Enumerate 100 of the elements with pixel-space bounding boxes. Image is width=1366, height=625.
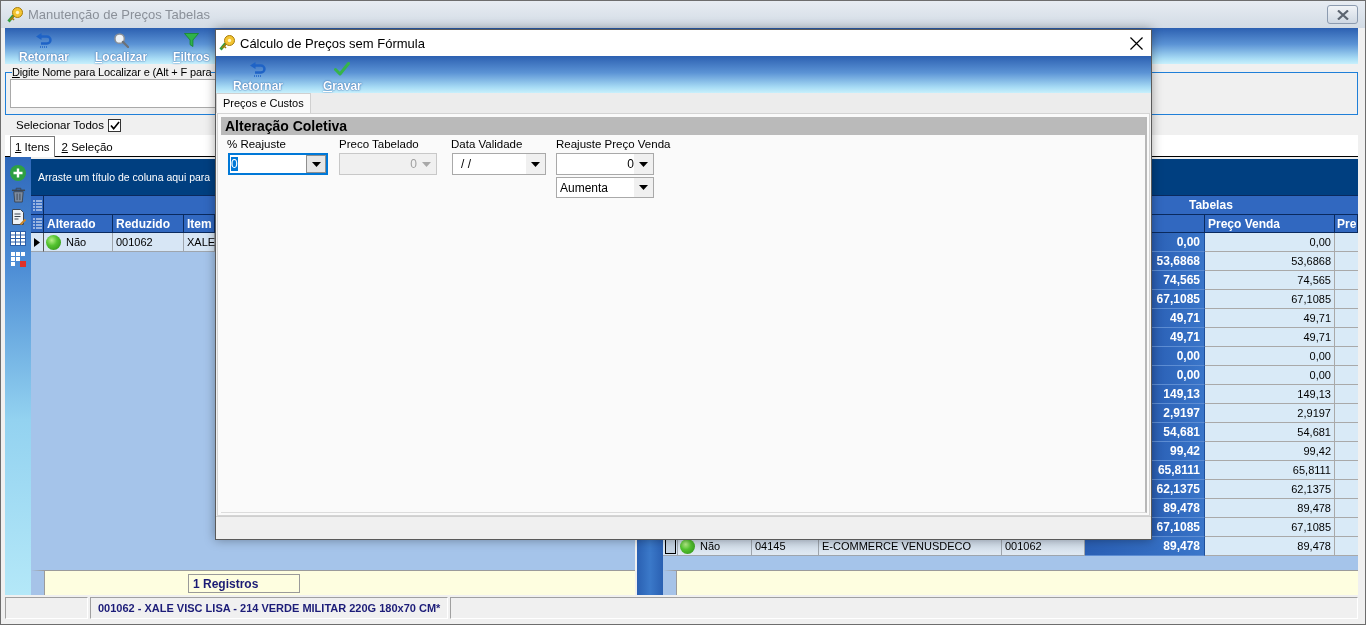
cell-text: Não [66,236,87,248]
table-cell: 0,00 [1205,233,1335,252]
window-title: Manutenção de Preços Tabelas [28,7,211,22]
caret-icon [311,161,321,167]
search-label: Digite Nome para Localizar e (Alt + F para [12,66,212,78]
table-cell [1335,385,1358,404]
table-cell: 2,9197 [1151,404,1205,423]
table-cell [1335,309,1358,328]
table-cell [1335,518,1358,537]
table-cell [1335,290,1358,309]
table-cell: 67,1085 [1205,518,1335,537]
table-cell: 74,565 [1205,271,1335,290]
section-header: Alteração Coletiva [221,117,1145,135]
caret-icon [422,161,431,167]
funnel-icon [183,33,199,47]
caret-icon [639,185,648,190]
document-icon[interactable] [10,209,26,225]
table-cell: 89,478 [1205,537,1335,556]
table-cell: 001062 [113,233,184,252]
table-cell: 0,00 [1151,233,1205,252]
table-cell: 0,00 [1151,347,1205,366]
table-cell: 149,13 [1205,385,1335,404]
close-button[interactable] [1130,36,1143,50]
table-cell [1335,499,1358,518]
grid-icon[interactable] [10,252,26,267]
field-label: Preco Tabelado [339,137,419,151]
table-cell: 74,565 [1151,271,1205,290]
table-cell: 89,478 [1151,499,1205,518]
date-field[interactable]: / / [452,153,546,175]
tab[interactable]: 2 Seleção [56,137,118,156]
field-label: Data Validade [451,137,523,151]
table-cell: 67,1085 [1151,290,1205,309]
list-icon[interactable] [32,199,42,211]
table-cell: 67,1085 [1151,518,1205,537]
table-cell: 89,478 [1205,499,1335,518]
table-cell [1335,328,1358,347]
table-cell [1335,461,1358,480]
table-cell: 0,00 [1151,366,1205,385]
table-cell: 49,71 [1205,309,1335,328]
close-icon [1336,9,1349,20]
table-cell [1335,423,1358,442]
caret-icon [531,161,540,167]
table-cell: 49,71 [1205,328,1335,347]
table-cell [1335,480,1358,499]
trash-icon[interactable] [10,187,26,203]
close-icon [1130,36,1143,50]
table-cell: 49,71 [1151,309,1205,328]
table-cell: 54,681 [1151,423,1205,442]
number-field[interactable]: 0 [556,153,654,175]
table-cell: XALE [184,233,215,252]
table-cell: 62,1375 [1205,480,1335,499]
table-cell: 54,681 [1205,423,1335,442]
number-field[interactable]: 0 [228,153,328,175]
window-title: Cálculo de Preços sem Fórmula [240,35,426,51]
return-arrow-icon [36,32,52,48]
table-cell [1335,366,1358,385]
table-cell: 2,9197 [1205,404,1335,423]
band-header: Tabelas [1188,197,1234,214]
checkbox-label: Selecionar Todos [16,119,104,131]
table-cell [1335,537,1358,556]
table-cell [1335,347,1358,366]
status-panel: 001062 - XALE VISC LISA - 214 VERDE MILITAR 220G 180x70 CM* [90,597,449,619]
add-icon[interactable] [10,165,26,181]
table-cell: 49,71 [1151,328,1205,347]
key-icon [7,6,23,23]
table-cell [1335,271,1358,290]
table-cell: 0,00 [1205,347,1335,366]
table-cell: 67,1085 [1205,290,1335,309]
status-icon [46,234,61,250]
table-icon[interactable] [10,231,26,246]
tab[interactable]: Preços e Custos [216,93,311,113]
table-cell: 99,42 [1151,442,1205,461]
column-header[interactable]: Pre [1335,215,1358,232]
table-cell [1335,252,1358,271]
field-label: % Reajuste [227,137,286,151]
cell-text: Não [700,540,721,552]
caret-icon [639,161,648,167]
dropdown-field[interactable]: Aumenta [556,177,654,198]
record-count: 1 Registros [188,573,300,593]
table-cell [1335,233,1358,252]
column-header[interactable]: Preço Venda [1205,215,1335,232]
table-cell: 53,6868 [1205,252,1335,271]
return-arrow-icon [250,61,266,77]
table-cell: 65,8111 [1151,461,1205,480]
check-icon [334,62,351,76]
column-header[interactable]: Reduzido [113,215,184,232]
list-icon[interactable] [32,218,42,229]
key-icon [219,35,235,51]
field-label: Reajuste Preço Venda [556,137,671,151]
table-cell: 53,6868 [1151,252,1205,271]
checkbox[interactable] [108,118,121,132]
table-cell: 65,8111 [1205,461,1335,480]
column-header[interactable]: Alterado [44,215,113,232]
tab[interactable]: 1 Itens [10,136,55,157]
table-cell: 149,13 [1151,385,1205,404]
table-cell: 99,42 [1205,442,1335,461]
table-cell: 62,1375 [1151,480,1205,499]
table-cell [1335,404,1358,423]
table-cell: 0,00 [1205,366,1335,385]
search-icon [113,32,129,48]
